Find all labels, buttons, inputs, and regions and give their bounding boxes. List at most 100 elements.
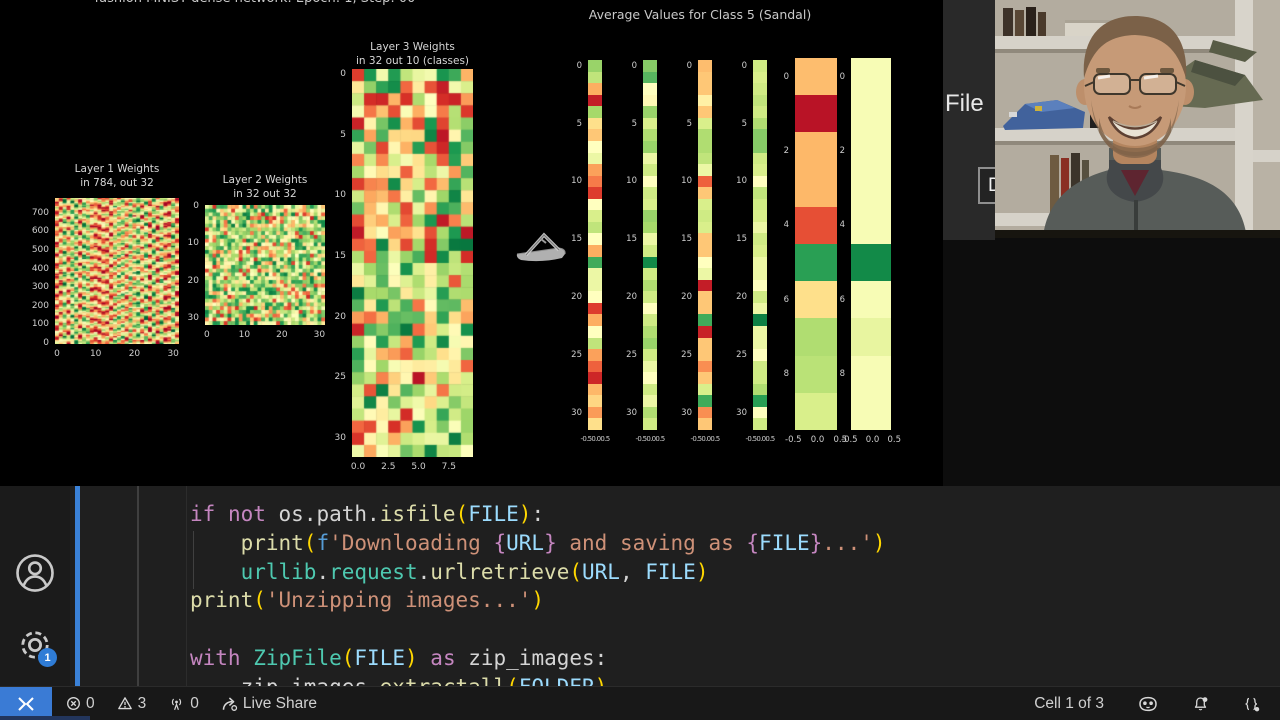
code-line[interactable]: zip_images.extractall(FOLDER)	[190, 673, 886, 686]
heatmap-cell	[643, 164, 657, 176]
github-icon	[1138, 696, 1158, 712]
share-status-item[interactable]: Live Share	[217, 695, 321, 713]
code-line[interactable]: print(f'Downloading {URL} and saving as …	[190, 529, 886, 558]
error-status-item[interactable]: 0	[62, 695, 99, 713]
heatmap-cell	[698, 268, 712, 280]
heatmap-cell	[753, 164, 767, 176]
heatmap-cell	[698, 338, 712, 350]
remote-indicator[interactable]	[0, 687, 52, 720]
code-editor[interactable]: 1 if not os.path.isfile(FILE): print(f'D…	[0, 486, 1280, 686]
heatmap-cell	[643, 95, 657, 107]
heatmap-cell	[851, 356, 891, 393]
warning-icon	[117, 696, 133, 711]
cell-indicator[interactable]: Cell 1 of 3	[1030, 695, 1108, 713]
figure-suptitle: fashion MNIST dense network: Epoch: 1, S…	[85, 0, 425, 6]
github-status-item[interactable]	[1134, 696, 1162, 712]
heatmap-cell	[588, 303, 602, 315]
heatmap-cell	[643, 257, 657, 269]
code-line[interactable]: print('Unzipping images...')	[190, 586, 886, 615]
heatmap-cell	[588, 280, 602, 292]
heatmap-cell	[588, 291, 602, 303]
heatmap-cell	[795, 244, 837, 281]
heatmap-cell	[643, 361, 657, 373]
sandal-sample-image	[513, 226, 569, 266]
heatmap-cell	[588, 361, 602, 373]
heatmap-cell	[698, 106, 712, 118]
settings-badge: 1	[38, 648, 57, 667]
heatmap-cell	[588, 72, 602, 84]
heatmap-cell	[643, 176, 657, 188]
code-line[interactable]: with ZipFile(FILE) as zip_images:	[190, 644, 886, 673]
heatmap-cell	[588, 233, 602, 245]
heatmap-cell	[795, 318, 837, 355]
code-line[interactable]: if not os.path.isfile(FILE):	[190, 500, 886, 529]
heatmap-cell	[753, 95, 767, 107]
heatmap-cell	[588, 106, 602, 118]
heatmap-cell	[698, 314, 712, 326]
heatmap-cell	[698, 326, 712, 338]
heatmap-cell	[753, 291, 767, 303]
heatmap-cell	[851, 95, 891, 132]
layer1-weights-heatmap	[55, 198, 179, 344]
heatmap-cell	[588, 407, 602, 419]
webcam-overlay	[995, 0, 1280, 238]
heatmap-cell	[753, 326, 767, 338]
code-area[interactable]: if not os.path.isfile(FILE): print(f'Dow…	[190, 500, 886, 686]
heatmap-cell	[588, 95, 602, 107]
broadcast-status-item[interactable]: 0	[164, 695, 203, 713]
heatmap-cell	[643, 199, 657, 211]
heatmap-cell	[698, 303, 712, 315]
accounts-icon[interactable]	[14, 552, 56, 599]
heatmap-cell	[643, 72, 657, 84]
heatmap-cell	[753, 280, 767, 292]
heatmap-cell	[588, 395, 602, 407]
heatmap-cell	[643, 187, 657, 199]
heatmap-cell	[753, 187, 767, 199]
heatmap-cell	[643, 129, 657, 141]
heatmap-cell	[643, 141, 657, 153]
heatmap-cell	[851, 281, 891, 318]
avg-col-2	[643, 60, 657, 430]
heatmap-cell	[698, 280, 712, 292]
heatmap-cell	[851, 170, 891, 207]
heatmap-cell	[588, 153, 602, 165]
heatmap-cell	[753, 372, 767, 384]
heatmap-cell	[753, 384, 767, 396]
heatmap-cell	[698, 361, 712, 373]
heatmap-cell	[698, 418, 712, 430]
heatmap-cell	[753, 106, 767, 118]
heatmap-cell	[753, 233, 767, 245]
heatmap-cell	[698, 60, 712, 72]
heatmap-cell	[643, 106, 657, 118]
avg-col-6	[851, 58, 891, 430]
heatmap-cell	[643, 418, 657, 430]
heatmap-cell	[753, 118, 767, 130]
heatmap-cell	[588, 338, 602, 350]
heatmap-cell	[698, 153, 712, 165]
heatmap-cell	[643, 233, 657, 245]
heatmap-cell	[588, 60, 602, 72]
heatmap-cell	[698, 129, 712, 141]
heatmap-cell	[588, 245, 602, 257]
settings-gear-icon[interactable]: 1	[14, 624, 56, 671]
file-menu[interactable]: File	[945, 90, 984, 118]
heatmap-cell	[753, 303, 767, 315]
code-line[interactable]: urllib.request.urlretrieve(URL, FILE)	[190, 558, 886, 587]
editor-divider	[137, 486, 139, 686]
code-line[interactable]	[190, 615, 886, 644]
heatmap-cell	[698, 257, 712, 269]
heatmap-cell	[588, 384, 602, 396]
heatmap-cell	[753, 407, 767, 419]
heatmap-cell	[643, 118, 657, 130]
braces-status-item[interactable]	[1239, 696, 1264, 712]
heatmap-cell	[643, 291, 657, 303]
heatmap-cell	[698, 233, 712, 245]
heatmap-cell	[753, 199, 767, 211]
bell-status-item[interactable]	[1188, 696, 1213, 712]
heatmap-cell	[753, 129, 767, 141]
warning-status-item[interactable]: 3	[113, 695, 151, 713]
heatmap-cell	[753, 268, 767, 280]
error-icon	[66, 696, 81, 711]
heatmap-cell	[753, 60, 767, 72]
heatmap-cell	[698, 176, 712, 188]
